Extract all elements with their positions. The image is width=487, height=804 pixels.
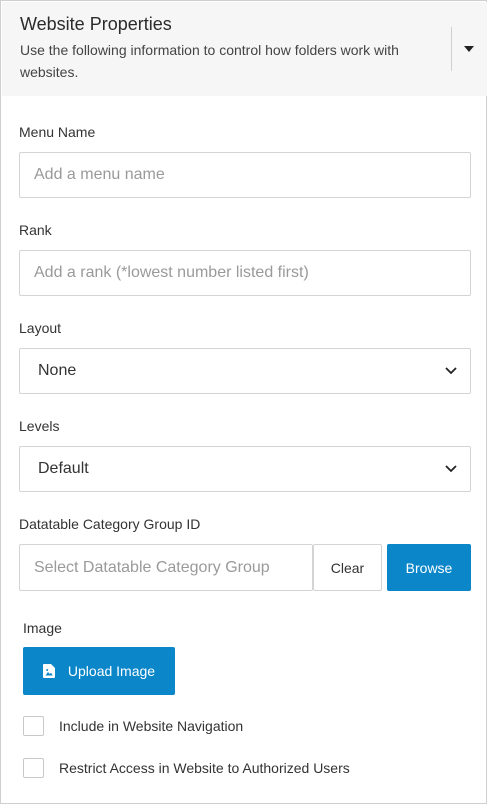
restrict-access-checkbox[interactable] [23,758,44,778]
layout-select[interactable]: None [19,348,471,394]
upload-image-button[interactable]: Upload Image [23,647,175,695]
browse-button[interactable]: Browse [387,544,471,591]
panel-title: Website Properties [20,14,172,34]
levels-label: Levels [19,418,60,434]
chevron-down-icon [445,465,457,473]
rank-input[interactable] [19,250,471,296]
levels-select[interactable]: Default [19,446,471,492]
rank-label: Rank [19,222,52,238]
menu-name-input[interactable] [19,152,471,198]
include-navigation-checkbox[interactable] [23,716,44,736]
caret-down-icon [464,46,474,52]
datatable-label: Datatable Category Group ID [19,516,201,532]
image-file-icon [42,664,55,678]
menu-name-label: Menu Name [19,124,96,140]
chevron-down-icon [445,367,457,375]
datatable-category-group-input[interactable] [19,544,313,591]
clear-button[interactable]: Clear [313,544,382,591]
panel-header: Website Properties Use the following inf… [2,2,487,96]
upload-image-label: Upload Image [67,663,156,679]
layout-label: Layout [19,320,62,336]
layout-selected-value: None [38,362,77,379]
panel-description: Use the following information to control… [20,42,399,80]
levels-selected-value: Default [38,460,89,477]
website-properties-panel: Website Properties Use the following inf… [0,0,487,804]
image-label: Image [23,620,62,636]
collapse-toggle-button[interactable] [454,32,484,66]
include-navigation-label: Include in Website Navigation [59,718,244,734]
restrict-access-label: Restrict Access in Website to Authorized… [59,760,350,776]
header-divider [451,27,452,71]
